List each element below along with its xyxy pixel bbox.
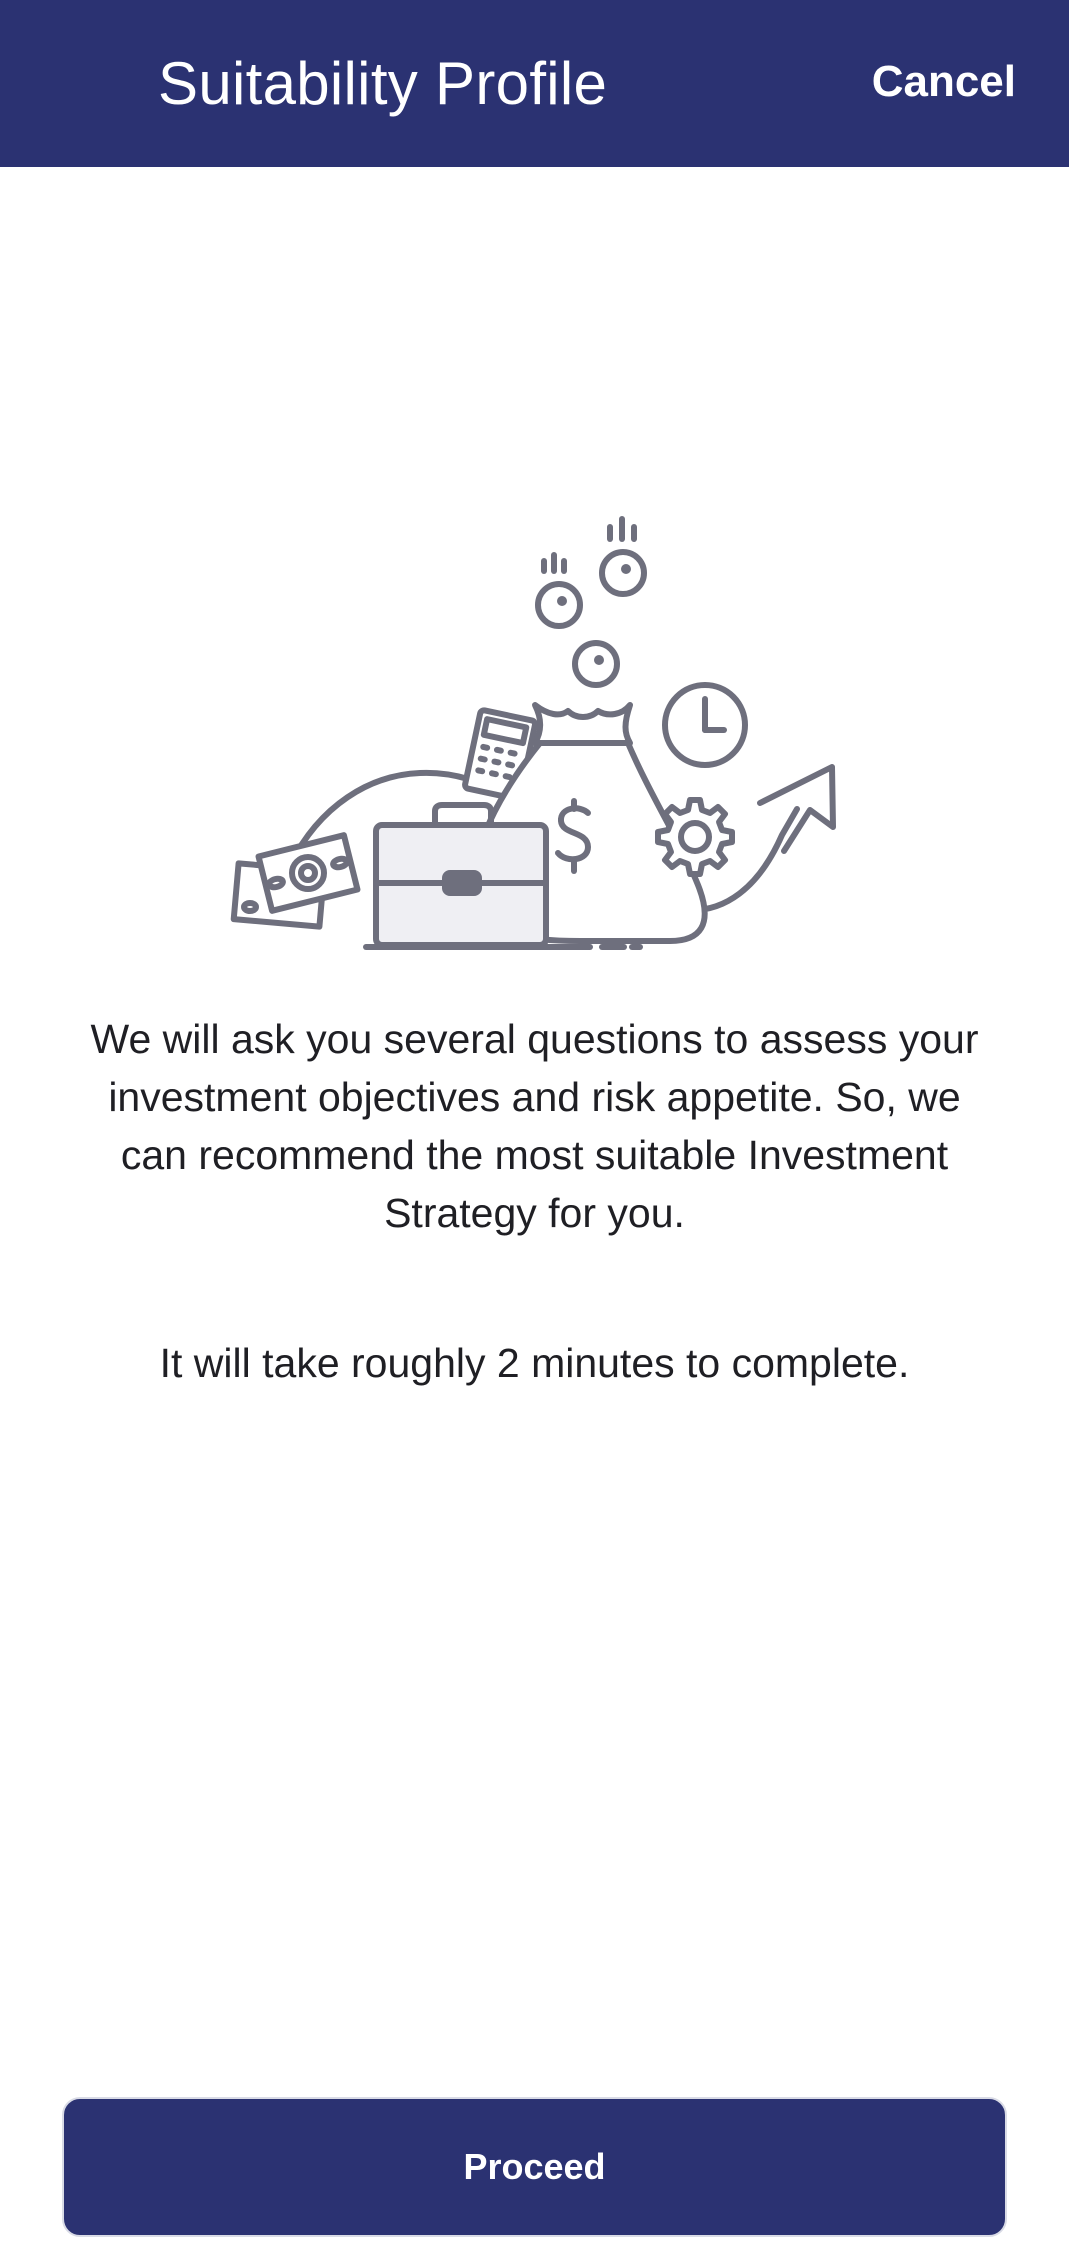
falling-coins-icon: [535, 516, 647, 688]
briefcase-icon: [373, 802, 549, 948]
banknotes-icon: [230, 832, 361, 930]
top-bar: Suitability Profile Cancel: [0, 0, 1069, 167]
cancel-button[interactable]: Cancel: [872, 52, 1016, 112]
proceed-button[interactable]: Proceed: [62, 2097, 1007, 2237]
clock-icon: [662, 682, 748, 768]
money-bag-investment-illustration: [230, 516, 836, 950]
suitability-profile-screen: Suitability Profile Cancel We will ask y…: [0, 0, 1069, 2265]
intro-text: We will ask you several questions to ass…: [80, 1010, 989, 1242]
intro-paragraph: We will ask you several questions to ass…: [90, 1016, 979, 1236]
gear-icon: [655, 797, 735, 877]
page-title: Suitability Profile: [158, 50, 608, 117]
duration-text: It will take roughly 2 minutes to comple…: [159, 1340, 910, 1386]
